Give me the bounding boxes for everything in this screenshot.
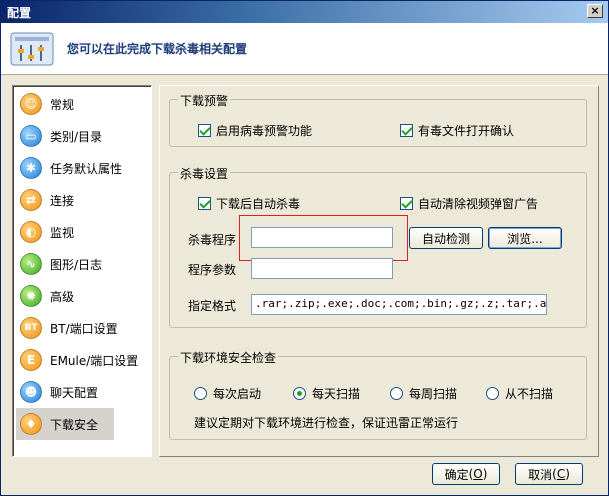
download-warning-group: 下载预警 启用病毒预警功能 有毒文件打开确认 [169,92,587,147]
program-path-input[interactable] [251,227,393,248]
radio-dot-icon [194,387,207,400]
sidebar-item-task-defaults[interactable]: ✱ 任务默认属性 [16,152,150,184]
remove-popups-checkbox[interactable]: 自动清除视频弹窗广告 [400,195,538,212]
browse-button[interactable]: 浏览... [488,227,562,249]
confirm-open-infected-checkbox[interactable]: 有毒文件打开确认 [400,122,514,139]
sidebar-item-category[interactable]: ▭ 类别/目录 [16,120,150,152]
checkbox-check-icon [198,124,211,137]
sidebar-item-label: 连接 [50,193,75,208]
env-check-legend: 下载环境安全检查 [178,349,279,366]
radio-daily-scan[interactable]: 每天扫描 [293,385,360,402]
formats-input[interactable]: .rar;.zip;.exe;.doc;.com;.bin;.gz;.z;.ta… [251,294,547,315]
sidebar-item-monitor[interactable]: ◐ 监视 [16,216,150,248]
sidebar-item-emule-port[interactable]: E EMule/端口设置 [16,344,150,376]
sidebar-item-graph-log[interactable]: ∿ 图形/日志 [16,248,150,280]
checkbox-check-icon [198,197,211,210]
program-params-input[interactable] [251,258,393,279]
sidebar-item-label: BT/端口设置 [50,321,118,336]
radio-never-scan[interactable]: 从不扫描 [486,385,553,402]
gear-icon: ✱ [20,157,42,179]
ok-button[interactable]: 确定(O) [432,463,500,485]
cancel-accel-key: C [556,467,566,481]
settings-panel-icon [10,32,54,66]
bt-icon: BT [20,317,42,339]
program-label: 杀毒程序 [188,233,237,247]
confirm-open-infected-label: 有毒文件打开确认 [418,124,515,138]
sidebar-item-general[interactable]: ☺ 常规 [16,88,150,120]
env-check-hint: 建议定期对下载环境进行检查，保证迅雷正常运行 [194,416,459,430]
sidebar-item-label: EMule/端口设置 [50,353,139,368]
auto-detect-button[interactable]: 自动检测 [409,227,483,249]
antivirus-group: 杀毒设置 下载后自动杀毒 自动清除视频弹窗广告 杀毒程序 自动检测 浏览... … [169,165,587,328]
download-warning-legend: 下载预警 [178,92,231,109]
sidebar-item-chat[interactable]: ☻ 聊天配置 [16,376,150,408]
user-icon: ☺ [20,93,42,115]
env-check-group: 下载环境安全检查 每次启动 每天扫描 每周扫描 从不扫描 建议定期对下载环境进行… [169,349,587,440]
sidebar-item-label: 高级 [50,289,75,304]
emule-icon: E [20,349,42,371]
radio-daily-scan-label: 每天扫描 [312,387,361,401]
radio-never-scan-label: 从不扫描 [505,387,554,401]
formats-label: 指定格式 [188,299,237,313]
chat-icon: ☻ [20,381,42,403]
auto-scan-checkbox[interactable]: 下载后自动杀毒 [198,195,300,212]
sidebar-item-bt-port[interactable]: BT BT/端口设置 [16,312,150,344]
sidebar-item-label: 类别/目录 [50,129,103,144]
antivirus-legend: 杀毒设置 [178,165,231,182]
sidebar-item-label: 聊天配置 [50,385,99,400]
window-title: 配置 [7,6,32,20]
ok-accel-key: O [473,467,483,481]
params-label: 程序参数 [188,263,237,277]
close-button[interactable]: × [587,4,603,18]
monitor-icon: ◐ [20,221,42,243]
header-banner: 您可以在此完成下载杀毒相关配置 [1,23,608,75]
sidebar-item-advanced[interactable]: ✺ 高级 [16,280,150,312]
close-icon: × [590,4,600,17]
ok-label: 确定 [444,467,469,482]
cancel-button[interactable]: 取消(C) [515,463,583,485]
sidebar-item-label: 下载安全 [50,417,99,432]
radio-dot-icon [486,387,499,400]
title-bar[interactable]: 配置 × [1,1,608,23]
cancel-label: 取消 [528,467,553,482]
config-window: 配置 × 您可以在此完成下载杀毒相关配置 ☺ 常规 ▭ 类别/目录 ✱ 任务默认… [0,0,609,496]
folder-icon: ▭ [20,125,42,147]
auto-scan-label: 下载后自动杀毒 [216,197,301,211]
advanced-icon: ✺ [20,285,42,307]
shield-icon: ♦ [20,413,42,435]
radio-weekly-scan-label: 每周扫描 [409,387,458,401]
radio-every-startup[interactable]: 每次启动 [194,385,261,402]
sidebar-item-label: 任务默认属性 [50,161,123,176]
checkbox-check-icon [400,197,413,210]
radio-dot-icon [390,387,403,400]
enable-virus-warning-checkbox[interactable]: 启用病毒预警功能 [198,122,312,139]
sidebar-item-label: 监视 [50,225,75,240]
chart-icon: ∿ [20,253,42,275]
radio-dot-icon [293,387,306,400]
sidebar-item-download-security[interactable]: ♦ 下载安全 [16,408,114,440]
radio-every-startup-label: 每次启动 [213,387,262,401]
sidebar-item-label: 常规 [50,97,75,112]
sidebar-item-connection[interactable]: ⇄ 连接 [16,184,150,216]
remove-popups-label: 自动清除视频弹窗广告 [418,197,539,211]
checkbox-check-icon [400,124,413,137]
connection-icon: ⇄ [20,189,42,211]
settings-panel: 下载预警 启用病毒预警功能 有毒文件打开确认 杀毒设置 下载后自动杀毒 自动清除… [159,85,599,457]
radio-weekly-scan[interactable]: 每周扫描 [390,385,457,402]
sidebar-item-label: 图形/日志 [50,257,103,272]
header-title: 您可以在此完成下载杀毒相关配置 [67,42,248,56]
enable-virus-warning-label: 启用病毒预警功能 [216,124,313,138]
sidebar: ☺ 常规 ▭ 类别/目录 ✱ 任务默认属性 ⇄ 连接 ◐ 监视 ∿ 图形/日志 … [12,85,152,457]
